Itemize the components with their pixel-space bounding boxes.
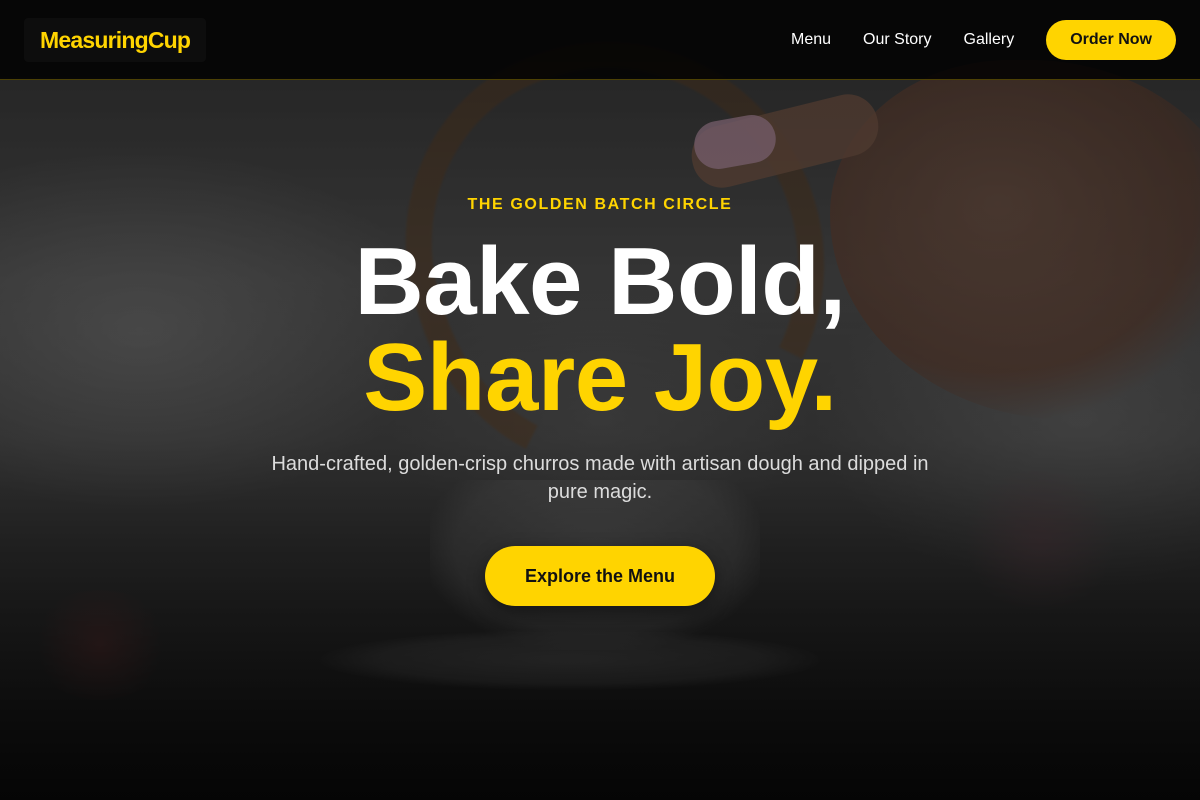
main-nav: Menu Our Story Gallery Order Now xyxy=(791,20,1176,60)
hero-title-line1: Bake Bold, xyxy=(354,228,846,335)
hero-title-line2: Share Joy. xyxy=(363,324,837,431)
hero-section: THE GOLDEN BATCH CIRCLE Bake Bold, Share… xyxy=(0,80,1200,800)
order-now-button[interactable]: Order Now xyxy=(1046,20,1176,60)
page: MeasuringCup Menu Our Story Gallery Orde… xyxy=(0,0,1200,800)
hero-subtitle: Hand-crafted, golden-crisp churros made … xyxy=(271,453,929,503)
nav-link-our-story[interactable]: Our Story xyxy=(863,31,931,49)
nav-link-gallery[interactable]: Gallery xyxy=(964,31,1015,49)
hero-eyebrow: THE GOLDEN BATCH CIRCLE xyxy=(467,196,733,213)
brand-logo[interactable]: MeasuringCup xyxy=(24,18,207,62)
explore-menu-button[interactable]: Explore the Menu xyxy=(485,546,715,606)
nav-link-menu[interactable]: Menu xyxy=(791,31,831,49)
site-header: MeasuringCup Menu Our Story Gallery Orde… xyxy=(0,0,1200,80)
